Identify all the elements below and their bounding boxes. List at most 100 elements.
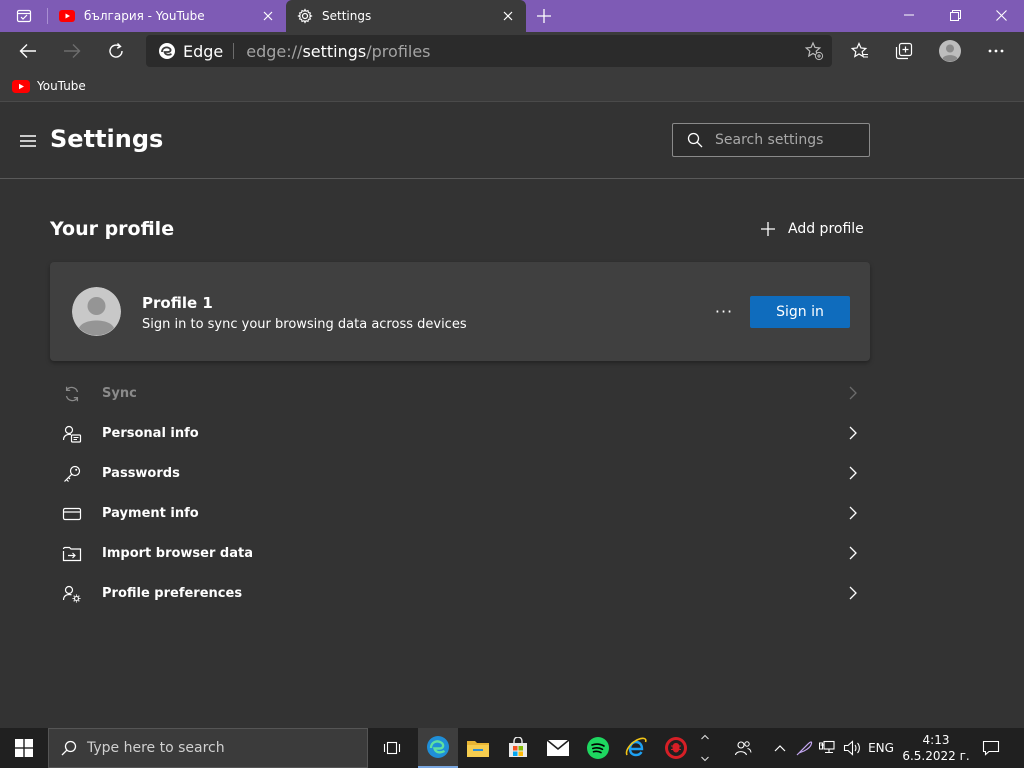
tab-settings[interactable]: Settings [286,0,526,32]
taskbar-edge[interactable] [418,728,458,768]
tab-youtube[interactable]: българия - YouTube [48,0,286,32]
hamburger-menu-icon[interactable] [16,129,40,153]
task-view-button[interactable] [372,728,412,768]
notifications-button[interactable] [976,728,1006,768]
favorites-bar: YouTube [0,70,1024,102]
favorites-icon [851,42,868,58]
list-item-label: Passwords [102,465,180,481]
sync-icon [65,386,79,402]
settings-header: Settings [0,103,1024,179]
list-item-payment-info[interactable]: Payment info [50,493,870,533]
network-button[interactable] [816,728,840,768]
avatar [72,287,121,336]
plus-icon [761,222,775,236]
new-tab-button[interactable] [530,2,558,30]
windows-logo-icon [15,739,33,757]
store-bag-icon [509,737,527,757]
title-bar: българия - YouTube Settings [0,0,1024,32]
avatar-icon [72,287,121,336]
taskbar-scroll[interactable] [696,728,714,768]
section-title: Your profile [50,218,175,240]
profile-more-button[interactable]: ··· [710,300,738,322]
ellipsis-icon [988,49,1004,53]
plus-icon [537,9,551,23]
favorites-button[interactable] [844,35,876,67]
task-view-icon [383,741,401,755]
address-url[interactable]: edge://settings/profiles [246,42,430,61]
chevron-right-icon [849,386,857,400]
speaker-icon [843,740,860,756]
clock[interactable]: 4:13 6.5.2022 г. [900,728,972,768]
search-icon [687,132,703,148]
pen-workspace-button[interactable] [792,728,816,768]
youtube-icon [12,79,30,93]
back-button[interactable] [12,35,44,67]
collections-button[interactable] [888,35,920,67]
taskbar-spotify[interactable] [578,728,618,768]
chevron-right-icon [849,506,857,520]
taskbar-mail[interactable] [538,728,578,768]
list-item-personal-info[interactable]: Personal info [50,413,870,453]
chevron-right-icon [849,586,857,600]
address-site-label: Edge [183,41,224,61]
list-item-label: Payment info [102,505,199,521]
refresh-icon [109,43,123,58]
edge-logo-icon [427,736,449,758]
close-icon [995,9,1007,21]
language-indicator[interactable]: ENG [866,728,896,768]
navigation-toolbar: Edge edge://settings/profiles [0,32,1024,70]
profile-button[interactable] [934,35,966,67]
collections-icon [895,42,913,60]
favorite-youtube[interactable]: YouTube [12,75,86,97]
address-bar[interactable]: Edge edge://settings/profiles [146,35,832,67]
taskbar-microsoft-store[interactable] [498,728,538,768]
youtube-icon [58,7,76,25]
back-arrow-icon [19,44,36,58]
close-icon[interactable] [254,2,282,30]
credit-card-icon [62,507,82,521]
minimize-icon [904,14,914,16]
start-button[interactable] [0,728,48,768]
list-item-label: Personal info [102,425,199,441]
close-icon[interactable] [494,2,522,30]
taskbar-search-box[interactable]: Type here to search [48,728,368,768]
refresh-button[interactable] [100,35,132,67]
add-profile-button[interactable]: Add profile [760,217,864,241]
forward-button[interactable] [56,35,88,67]
tab-actions-button[interactable] [0,0,48,32]
list-item-profile-preferences[interactable]: Profile preferences [50,573,870,613]
taskbar: Type here to search ENG 4:13 6.5.2022 г. [0,728,1024,768]
folder-icon [467,741,489,757]
list-item-sync[interactable]: Sync [50,373,870,413]
url-prefix: edge:// [246,41,303,61]
more-menu-button[interactable] [980,35,1012,67]
taskbar-file-explorer[interactable] [458,728,498,768]
restore-icon [949,9,961,21]
list-item-import-browser-data[interactable]: Import browser data [50,533,870,573]
people-icon [734,741,752,756]
show-hidden-icons-button[interactable] [768,728,792,768]
tab-title: Settings [322,9,372,23]
favorite-label: YouTube [37,79,86,93]
sign-in-button[interactable]: Sign in [750,296,850,328]
edge-logo-icon [159,43,175,59]
close-window-button[interactable] [978,0,1024,30]
restore-button[interactable] [932,0,978,30]
people-button[interactable] [728,728,758,768]
list-item-passwords[interactable]: Passwords [50,453,870,493]
page-title: Settings [50,125,164,153]
address-divider [233,43,235,59]
add-favorite-icon[interactable] [804,41,824,61]
search-settings-input[interactable] [715,132,855,148]
profile-preferences-icon [62,585,81,603]
search-settings-box[interactable] [672,123,870,157]
taskbar-security-app[interactable] [656,728,696,768]
minimize-button[interactable] [886,0,932,30]
avatar-icon [939,40,961,62]
network-icon [819,740,835,754]
spotify-icon [587,737,609,759]
notification-icon [982,740,1000,756]
volume-button[interactable] [840,728,864,768]
chevron-right-icon [849,466,857,480]
taskbar-internet-explorer[interactable] [616,728,656,768]
